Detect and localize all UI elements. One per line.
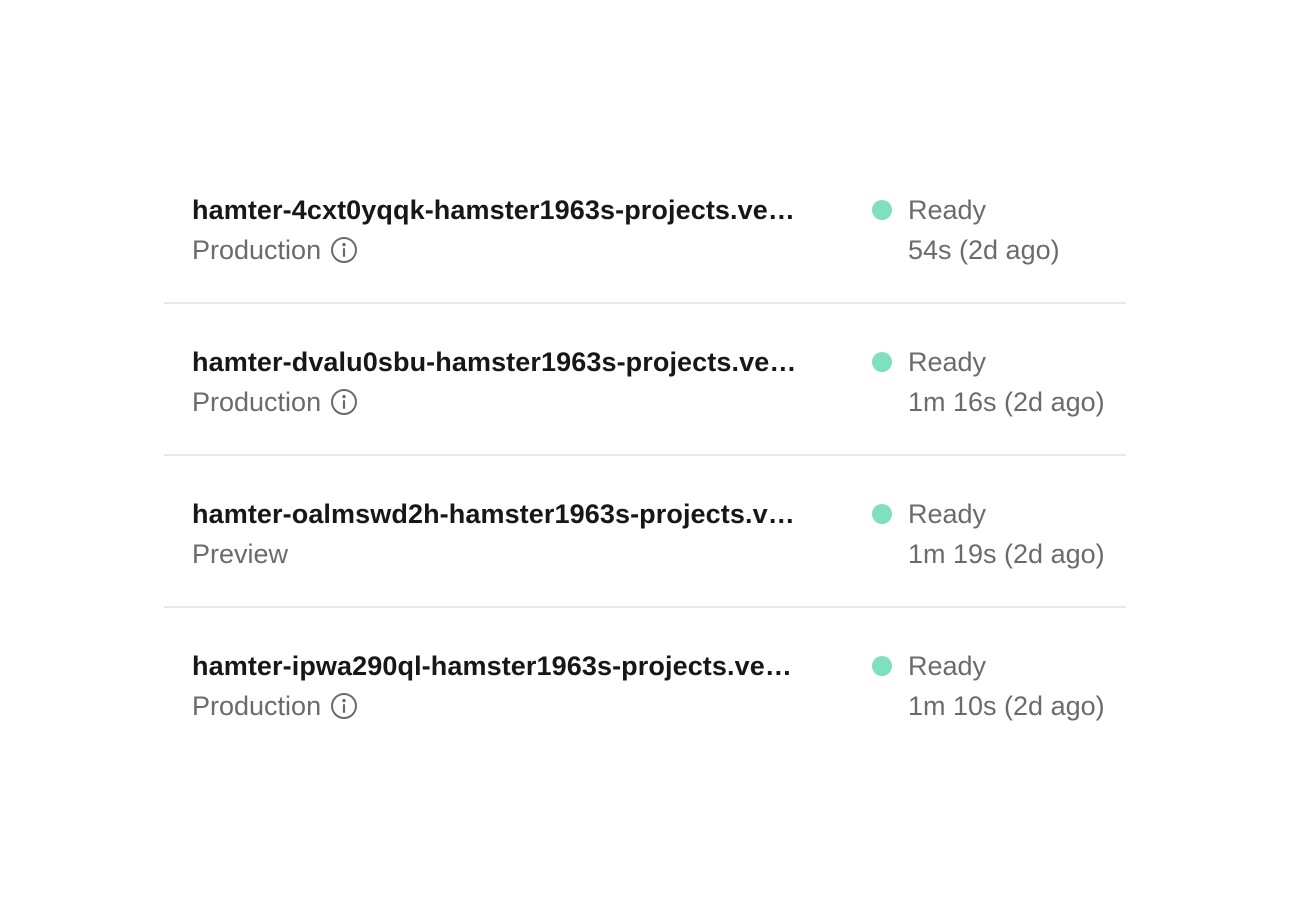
environment-label: Production	[192, 387, 322, 417]
deployment-duration: 1m 16s (2d ago)	[908, 387, 1105, 417]
deployment-info: hamter-ipwa290ql-hamster1963s-projects.v…	[192, 648, 836, 724]
deployment-duration: 1m 10s (2d ago)	[908, 691, 1105, 721]
deployment-list: hamter-4cxt0yqqk-hamster1963s-projects.v…	[164, 152, 1126, 760]
status-label: Ready	[908, 347, 987, 377]
deployment-environment: Preview	[192, 536, 836, 572]
info-circle-icon[interactable]	[329, 235, 359, 265]
deployment-environment: Production	[192, 688, 836, 724]
deployment-environment: Production	[192, 384, 836, 420]
environment-label: Preview	[192, 539, 289, 569]
status-label: Ready	[908, 651, 987, 681]
status-label: Ready	[908, 195, 987, 225]
status-label: Ready	[908, 499, 987, 529]
deployment-row[interactable]: hamter-4cxt0yqqk-hamster1963s-projects.v…	[164, 152, 1126, 304]
deployment-row[interactable]: hamter-oalmswd2h-hamster1963s-projects.v…	[164, 456, 1126, 608]
deployment-info: hamter-dvalu0sbu-hamster1963s-projects.v…	[192, 344, 836, 420]
environment-label: Production	[192, 235, 322, 265]
info-circle-icon[interactable]	[329, 691, 359, 721]
deployment-status: Ready 54s (2d ago)	[872, 192, 1132, 268]
deployment-row[interactable]: hamter-ipwa290ql-hamster1963s-projects.v…	[164, 608, 1126, 760]
deployment-info: hamter-4cxt0yqqk-hamster1963s-projects.v…	[192, 192, 836, 268]
deployment-url[interactable]: hamter-dvalu0sbu-hamster1963s-projects.v…	[192, 344, 836, 380]
deployment-url[interactable]: hamter-oalmswd2h-hamster1963s-projects.v…	[192, 496, 836, 532]
status-dot-icon	[872, 200, 892, 220]
info-circle-icon[interactable]	[329, 387, 359, 417]
deployment-status: Ready 1m 19s (2d ago)	[872, 496, 1132, 572]
deployment-environment: Production	[192, 232, 836, 268]
deployment-url[interactable]: hamter-4cxt0yqqk-hamster1963s-projects.v…	[192, 192, 836, 228]
status-dot-icon	[872, 656, 892, 676]
deployment-row[interactable]: hamter-dvalu0sbu-hamster1963s-projects.v…	[164, 304, 1126, 456]
status-dot-icon	[872, 352, 892, 372]
deployment-duration: 54s (2d ago)	[908, 235, 1060, 265]
status-dot-icon	[872, 504, 892, 524]
deployment-info: hamter-oalmswd2h-hamster1963s-projects.v…	[192, 496, 836, 572]
deployment-status: Ready 1m 16s (2d ago)	[872, 344, 1132, 420]
deployment-status: Ready 1m 10s (2d ago)	[872, 648, 1132, 724]
deployment-url[interactable]: hamter-ipwa290ql-hamster1963s-projects.v…	[192, 648, 836, 684]
environment-label: Production	[192, 691, 322, 721]
deployment-duration: 1m 19s (2d ago)	[908, 539, 1105, 569]
